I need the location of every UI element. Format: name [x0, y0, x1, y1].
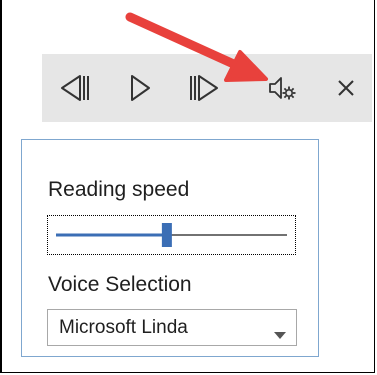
- close-button[interactable]: [324, 54, 368, 122]
- reading-speed-slider[interactable]: [47, 215, 296, 255]
- next-paragraph-icon: [187, 73, 221, 103]
- slider-thumb[interactable]: [161, 223, 172, 247]
- previous-paragraph-icon: [58, 73, 92, 103]
- play-button[interactable]: [118, 54, 162, 122]
- previous-paragraph-button[interactable]: [53, 54, 97, 122]
- next-paragraph-button[interactable]: [182, 54, 226, 122]
- voice-selected-value: Microsoft Linda: [59, 317, 188, 338]
- close-icon: [336, 78, 356, 98]
- voice-selection-label: Voice Selection: [48, 273, 192, 296]
- voice-selection-dropdown[interactable]: Microsoft Linda: [47, 309, 297, 346]
- voice-settings-icon: [266, 72, 298, 104]
- voice-settings-panel: Reading speed Voice Selection Microsoft …: [21, 139, 319, 357]
- dropdown-caret-icon: [274, 324, 286, 346]
- play-icon: [128, 73, 152, 103]
- voice-settings-button[interactable]: [260, 54, 304, 122]
- read-aloud-toolbar: [42, 54, 372, 122]
- reading-speed-label: Reading speed: [48, 178, 190, 201]
